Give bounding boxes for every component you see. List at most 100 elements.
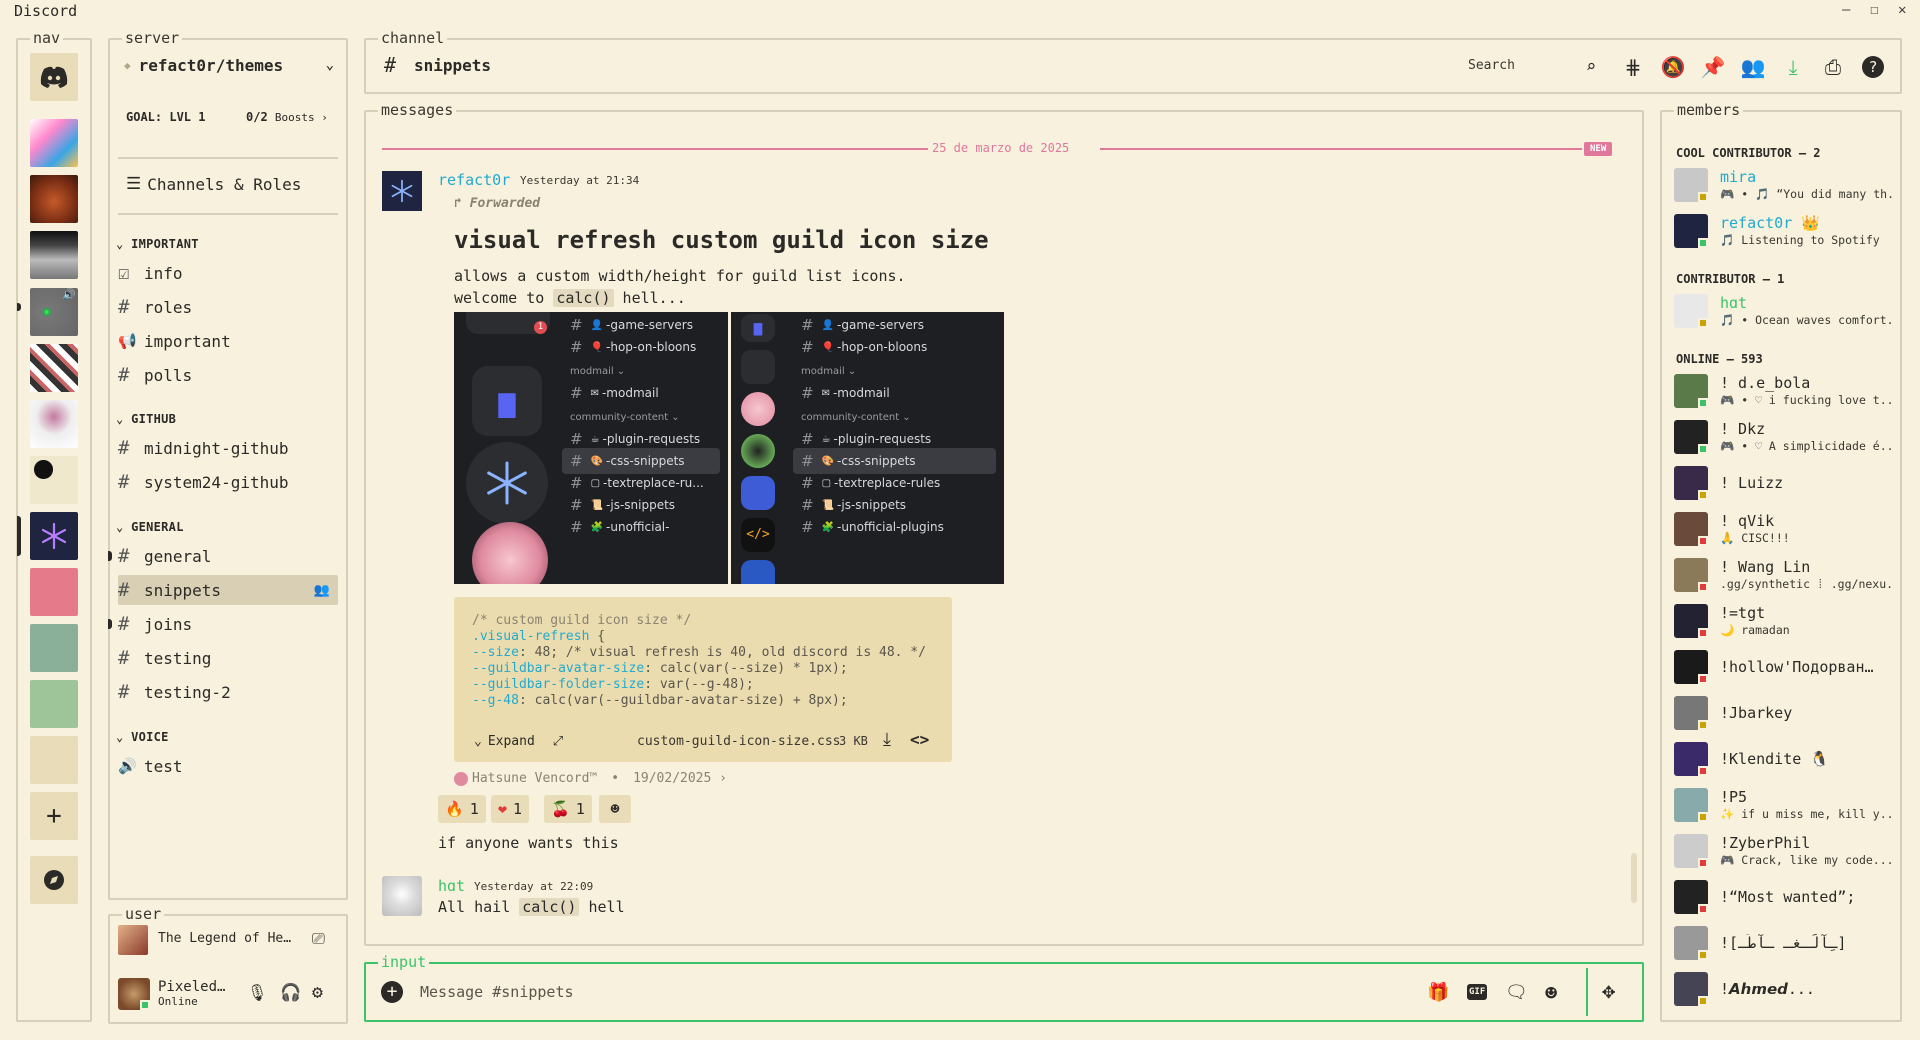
scrollbar[interactable] (1631, 853, 1637, 903)
avatar[interactable] (382, 876, 422, 916)
member-item[interactable]: !P5 ✨ if u miss me, kill y... (1674, 786, 1895, 826)
avatar[interactable] (382, 171, 422, 211)
maximize-button[interactable]: ☐ (1870, 2, 1878, 18)
message-author[interactable]: hɑt (438, 877, 465, 895)
member-item[interactable]: ! Dkz 🎮 • ♡ A simplicidade é... (1674, 418, 1895, 458)
server-folder-2[interactable] (30, 568, 78, 616)
member-item[interactable]: ! Wang Lin .gg/synthetic ⁞ .gg/nexu... (1674, 556, 1895, 596)
add-reaction-button[interactable]: ☻ (599, 795, 631, 823)
channel-roles[interactable]: # roles (118, 292, 338, 322)
channel-testing-2[interactable]: # testing-2 (118, 677, 338, 707)
gift-icon[interactable]: 🎁 (1427, 982, 1449, 1003)
attachment-image-left[interactable]: 1 ▆ # 👤 -game-servers # 🎈 -hop-on-bloons modma… (454, 312, 728, 584)
apps-icon[interactable]: ✥ (1602, 979, 1615, 1004)
help-icon[interactable]: ? (1860, 54, 1886, 80)
unread-pill (17, 303, 21, 311)
view-source-icon[interactable]: <> (910, 730, 929, 749)
member-item[interactable]: hɑt 🎵 • Ocean waves comfort... (1674, 292, 1895, 332)
reaction-fire[interactable]: 🔥 1 (438, 795, 486, 823)
channels-roles-button[interactable]: ☰ Channels & Roles (126, 174, 301, 194)
attachment-image-right[interactable]: ▆ </> # 👤 -game-servers # 🎈 -hop-on-bloons mod… (731, 312, 1004, 584)
server-icon-4[interactable]: 🔊 (30, 288, 78, 336)
threads-icon[interactable]: ⋕ (1620, 54, 1646, 80)
member-item[interactable]: mira 🎮 • 🎵 “You did many th... (1674, 166, 1895, 206)
member-item[interactable]: !Jbarkey (1674, 694, 1894, 734)
server-icon-5[interactable] (30, 344, 78, 392)
server-folder-3[interactable] (30, 624, 78, 672)
member-item[interactable]: !“Most wanted”; (1674, 878, 1894, 918)
gear-icon[interactable]: ⚙ (312, 982, 323, 1003)
member-item[interactable]: !𝘼𝙝𝙢𝙚𝙙... (1674, 970, 1894, 1010)
channel-voice-test[interactable]: 🔊 test (118, 751, 338, 781)
channel-midnight-github[interactable]: # midnight-github (118, 433, 338, 463)
member-activity: 🙏 CISC!!! (1720, 531, 1790, 545)
sticker-icon[interactable]: 🗨 (1505, 982, 1528, 1003)
message-author[interactable]: refact0r (438, 171, 510, 189)
reaction-heart[interactable]: ❤ 1 (491, 795, 530, 823)
status-dot (1698, 812, 1708, 822)
member-item[interactable]: !hollow'Подорван… (1674, 648, 1894, 688)
member-list-icon[interactable]: 👥 (1740, 54, 1766, 80)
channel-snippets-selected[interactable]: # snippets 👥 (118, 575, 338, 605)
server-folder-1[interactable] (30, 456, 78, 504)
inbox-icon[interactable]: ⎙ (1820, 54, 1846, 80)
server-icon-3[interactable] (30, 231, 78, 279)
search-icon[interactable]: ⌕ (1578, 54, 1604, 80)
member-item[interactable]: !=tgt 🌙 ramadan (1674, 602, 1894, 642)
emoji-icon[interactable]: ☻ (1545, 981, 1557, 1005)
server-icon-2[interactable] (30, 175, 78, 223)
channel-testing[interactable]: # testing (118, 643, 338, 673)
member-item[interactable]: refact0r 👑 🎵 Listening to Spotify (1674, 212, 1894, 252)
member-item[interactable]: !ZyberPhil 🎮 Crack, like my code... (1674, 832, 1894, 872)
download-icon[interactable]: ⤓ (1780, 54, 1806, 80)
channel-joins[interactable]: # joins (118, 609, 338, 639)
reaction-cherry[interactable]: 🍒 1 (544, 795, 592, 823)
member-item[interactable]: ![ـِآلَـغـ ـآطَـ] (1674, 924, 1894, 964)
channel-important[interactable]: 📢 important (118, 326, 338, 356)
channel-general[interactable]: # general (118, 541, 338, 571)
channel-system24-github[interactable]: # system24-github (118, 467, 338, 497)
mic-icon[interactable]: 🎙 (247, 983, 267, 1002)
member-name: !hollow'Подорван… (1720, 658, 1874, 676)
boost-progress[interactable]: 0/2 Boosts › (246, 110, 328, 124)
channel-info[interactable]: ☑ info (118, 258, 338, 288)
message-input[interactable]: Message #snippets (420, 983, 1120, 1001)
member-item[interactable]: !Klendite 🐧 (1674, 740, 1894, 780)
server-header[interactable]: ◆ refact0r/themes ⌄ (124, 54, 334, 76)
rules-icon: ☑ (118, 262, 130, 284)
category-general[interactable]: ⌄ GENERAL (116, 520, 184, 534)
member-item[interactable]: ! d.e_bola 🎮 • ♡ i fucking love t... (1674, 372, 1895, 412)
code-line: --guildbar-avatar-size: calc(var(--size)… (472, 661, 848, 676)
close-button[interactable]: ✕ (1898, 2, 1906, 18)
add-member-icon[interactable]: 👥 (314, 583, 330, 598)
download-icon[interactable]: ⤓ (883, 729, 891, 750)
explore-button[interactable] (30, 856, 78, 904)
category-github[interactable]: ⌄ GITHUB (116, 412, 176, 426)
member-item[interactable]: ! Luizz (1674, 464, 1894, 504)
add-server-button[interactable]: + (30, 792, 78, 840)
server-folder-4[interactable] (30, 680, 78, 728)
discord-home-icon[interactable] (30, 53, 78, 101)
status-dot (1698, 720, 1708, 730)
attach-plus-icon[interactable]: + (381, 981, 403, 1003)
server-icon-themes[interactable] (30, 512, 78, 560)
server-icon-6[interactable] (30, 400, 78, 448)
search-input[interactable]: Search (1468, 58, 1578, 73)
member-name: !“Most wanted”; (1720, 888, 1856, 906)
hash-icon: # (118, 613, 130, 635)
gif-button[interactable]: GIF (1467, 984, 1488, 1000)
category-voice[interactable]: ⌄ VOICE (116, 730, 169, 744)
minimize-button[interactable]: — (1842, 2, 1850, 18)
stream-icon[interactable]: ⎚ (312, 929, 325, 949)
mute-bell-icon[interactable]: 🔕 (1660, 54, 1686, 80)
expand-button[interactable]: ⌄ Expand ⤢ (474, 734, 563, 749)
headphones-icon[interactable]: 🎧 (280, 983, 301, 1003)
member-item[interactable]: ! qVik 🙏 CISC!!! (1674, 510, 1894, 550)
server-folder-5[interactable] (30, 736, 78, 784)
forward-source[interactable]: Hatsune Vencord™ • 19/02/2025 › (454, 771, 727, 786)
open-external-icon[interactable]: ⤢ (553, 734, 563, 749)
category-important[interactable]: ⌄ IMPORTANT (116, 237, 199, 251)
pin-icon[interactable]: 📌 (1700, 54, 1726, 80)
channel-polls[interactable]: # polls (118, 360, 338, 390)
server-icon-1[interactable] (30, 119, 78, 167)
